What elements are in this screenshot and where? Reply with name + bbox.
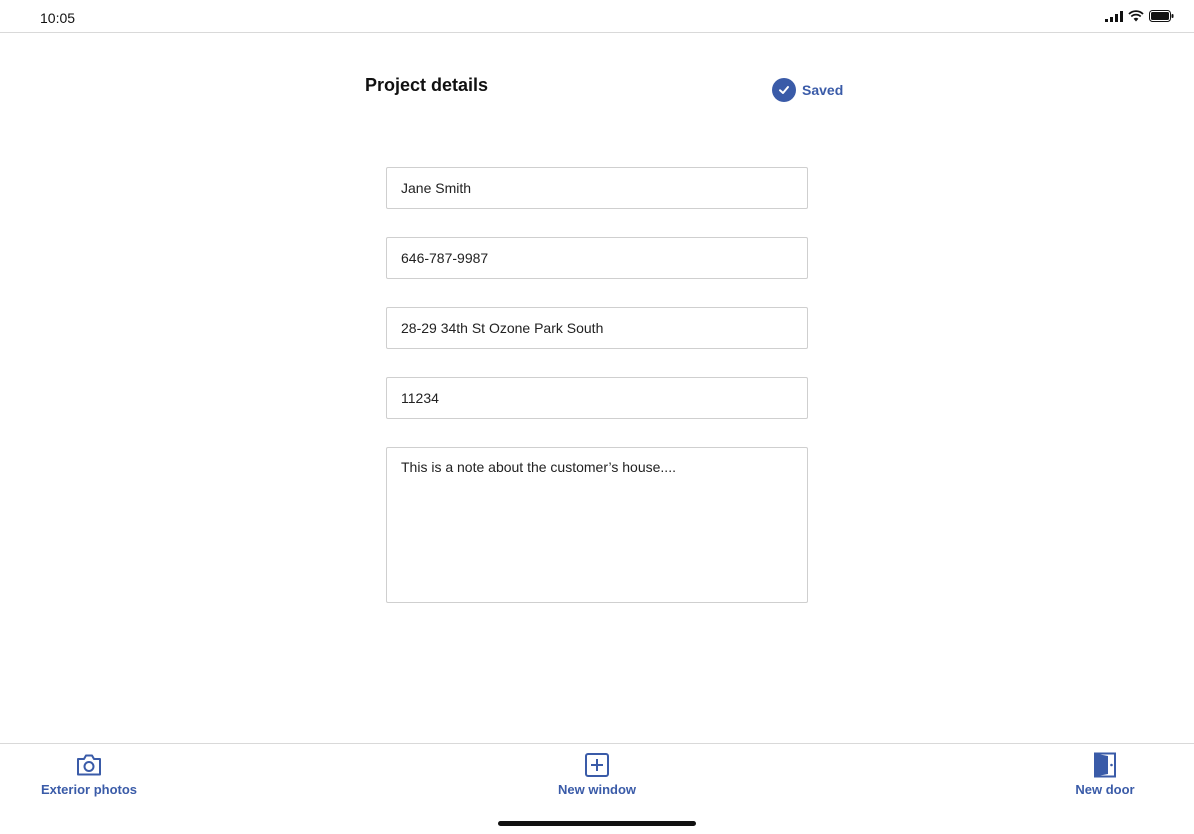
phone-field[interactable]: 646-787-9987 <box>386 237 808 279</box>
phone-value: 646-787-9987 <box>401 250 489 266</box>
tab-new-window-label: New window <box>558 782 636 797</box>
tab-new-window[interactable]: New window <box>552 752 642 797</box>
notes-textarea[interactable]: This is a note about the customer’s hous… <box>386 447 808 603</box>
camera-icon <box>77 754 101 776</box>
status-time: 10:05 <box>40 10 76 26</box>
address-value: 28-29 34th St Ozone Park South <box>401 320 604 336</box>
customer-name-field[interactable]: Jane Smith <box>386 167 808 209</box>
plus-square-icon <box>585 753 609 777</box>
tab-new-door[interactable]: New door <box>1068 752 1142 797</box>
home-indicator[interactable] <box>498 821 696 826</box>
signal-icon <box>1105 10 1123 22</box>
status-bar: 10:05 <box>0 0 1194 33</box>
zip-field[interactable]: 11234 <box>386 377 808 419</box>
tab-exterior-photos-label: Exterior photos <box>40 782 138 797</box>
battery-icon <box>1149 10 1174 22</box>
check-circle-icon <box>772 78 796 102</box>
status-icons <box>1105 10 1174 22</box>
customer-name-value: Jane Smith <box>401 180 472 196</box>
tab-exterior-photos[interactable]: Exterior photos <box>40 752 138 797</box>
zip-value: 11234 <box>401 390 439 406</box>
notes-value: This is a note about the customer’s hous… <box>401 459 676 475</box>
screen: 10:05 Project details Saved Jane Smith 6… <box>0 0 1194 834</box>
saved-label: Saved <box>802 82 844 98</box>
wifi-icon <box>1128 10 1144 22</box>
door-icon <box>1094 752 1116 778</box>
project-form: Jane Smith 646-787-9987 28-29 34th St Oz… <box>386 167 808 631</box>
tab-new-door-label: New door <box>1075 782 1135 797</box>
saved-indicator: Saved <box>772 78 843 102</box>
page-title: Project details <box>365 75 489 95</box>
address-field[interactable]: 28-29 34th St Ozone Park South <box>386 307 808 349</box>
